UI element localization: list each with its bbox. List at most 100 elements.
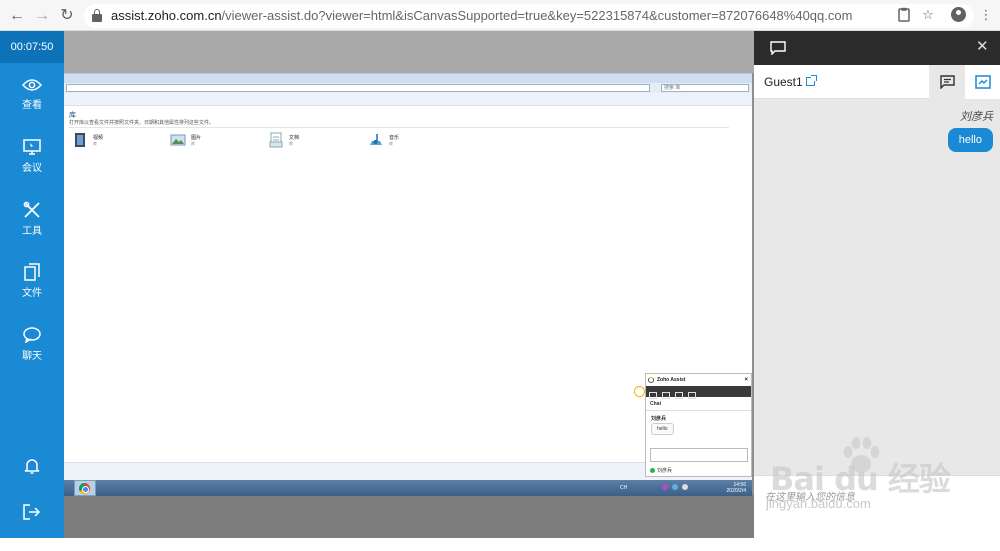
sidebar-item-label: 查看 bbox=[22, 100, 42, 111]
chat-icon[interactable] bbox=[662, 392, 670, 399]
widget-chat-input[interactable] bbox=[650, 448, 748, 462]
eye-icon bbox=[0, 75, 64, 99]
taskbar-chrome-button[interactable] bbox=[74, 480, 96, 496]
widget-toolbar bbox=[646, 386, 751, 399]
tray-date: 2020/2/4 bbox=[726, 488, 746, 494]
explorer-toolbar bbox=[64, 93, 752, 106]
remote-screen-top bbox=[64, 31, 754, 73]
widget-header: Zoho Assist × bbox=[646, 374, 751, 386]
url-text[interactable]: assist.zoho.com.cn/viewer-assist.do?view… bbox=[111, 8, 852, 23]
browser-toolbar: ← → ↻ assist.zoho.com.cn/viewer-assist.d… bbox=[0, 0, 1000, 31]
widget-sender-name: 刘彦兵 bbox=[651, 416, 667, 422]
bell-icon bbox=[0, 457, 64, 481]
sidebar-item-label: 文件 bbox=[22, 288, 42, 299]
zoho-assist-badge-icon[interactable] bbox=[634, 386, 645, 397]
sidebar-item-tools[interactable]: 工具 bbox=[0, 201, 64, 249]
library-item-music[interactable]: 音乐 库 bbox=[368, 132, 458, 152]
tools-icon[interactable] bbox=[675, 392, 683, 399]
library-item-type: 库 bbox=[389, 141, 393, 146]
remote-taskbar: 14:56 2020/2/4 CH bbox=[64, 480, 752, 496]
library-item-name: 视频 bbox=[93, 135, 104, 141]
message-bubble: hello bbox=[947, 128, 993, 152]
explorer-address-row: 搜索 库 bbox=[64, 83, 752, 93]
tray-app-icon[interactable] bbox=[682, 484, 688, 490]
divider bbox=[69, 127, 729, 128]
widget-section-label[interactable]: Chat bbox=[650, 401, 661, 407]
exit-icon bbox=[0, 503, 64, 527]
document-library-icon bbox=[269, 132, 283, 148]
library-item-videos[interactable]: 视频 库 bbox=[72, 132, 162, 152]
message-icon bbox=[940, 75, 955, 89]
screen-view-icon bbox=[975, 75, 991, 89]
monitor-icon bbox=[0, 138, 64, 162]
back-arrow-icon[interactable]: ← bbox=[8, 7, 26, 25]
sidebar-item-label: 聊天 bbox=[22, 351, 42, 362]
tray-app-icon[interactable] bbox=[672, 484, 678, 490]
message-sender: 刘彦兵 bbox=[960, 111, 993, 123]
library-item-type: 库 bbox=[289, 141, 293, 146]
tab-screen[interactable] bbox=[965, 65, 1000, 99]
lock-icon bbox=[92, 9, 102, 22]
forward-arrow-icon[interactable]: → bbox=[33, 7, 51, 25]
url-path: /viewer-assist.do?viewer=html&isCanvasSu… bbox=[221, 8, 853, 23]
reload-icon[interactable]: ↻ bbox=[58, 7, 76, 25]
tools-icon bbox=[0, 201, 64, 225]
chrome-icon bbox=[79, 483, 90, 494]
more-vert-icon[interactable]: ⋮ bbox=[978, 7, 994, 23]
chat-panel-header: ✕ bbox=[754, 31, 1000, 65]
external-link-icon[interactable] bbox=[806, 75, 817, 86]
notifications-button[interactable] bbox=[0, 457, 64, 505]
user-icon[interactable] bbox=[649, 392, 657, 399]
files-icon[interactable] bbox=[688, 392, 696, 399]
chat-input-placeholder: 在这里输入您的信息 bbox=[765, 492, 855, 503]
star-icon[interactable]: ☆ bbox=[920, 7, 936, 23]
music-library-icon bbox=[370, 134, 382, 145]
guest-bar: Guest1 bbox=[754, 65, 1000, 99]
library-item-type: 库 bbox=[191, 141, 195, 146]
explorer-search-field[interactable]: 搜索 库 bbox=[661, 84, 749, 92]
session-timer: 00:07:50 bbox=[0, 31, 64, 63]
video-library-icon bbox=[75, 133, 85, 147]
picture-library-icon bbox=[170, 134, 186, 146]
sidebar-item-label: 工具 bbox=[22, 226, 42, 237]
guest-name: Guest1 bbox=[764, 75, 803, 89]
sidebar-item-chat[interactable]: 聊天 bbox=[0, 326, 64, 374]
close-icon[interactable]: × bbox=[744, 374, 748, 386]
sidebar-item-label: 会议 bbox=[22, 163, 42, 174]
tray-language[interactable]: CH bbox=[620, 485, 627, 491]
widget-title: Zoho Assist bbox=[657, 377, 686, 383]
library-item-type: 库 bbox=[93, 141, 97, 146]
library-item-name: 音乐 bbox=[389, 135, 400, 141]
system-tray-clock[interactable]: 14:56 2020/2/4 bbox=[727, 482, 746, 494]
sidebar-item-files[interactable]: 文件 bbox=[0, 263, 64, 311]
chat-panel: ✕ Guest1 刘彦兵 hello 在这里输入您的信息 bbox=[754, 31, 1000, 538]
url-host: assist.zoho.com.cn bbox=[111, 8, 222, 23]
chat-input[interactable]: 在这里输入您的信息 bbox=[754, 475, 1000, 538]
sidebar-item-meeting[interactable]: 会议 bbox=[0, 138, 64, 186]
library-item-name: 图片 bbox=[191, 135, 202, 141]
sidebar-item-view[interactable]: 查看 bbox=[0, 75, 64, 123]
zoho-logo-icon bbox=[648, 377, 654, 383]
exit-button[interactable] bbox=[0, 503, 64, 551]
divider bbox=[646, 410, 751, 411]
chat-bubble-icon bbox=[0, 326, 64, 350]
library-item-documents[interactable]: 文档 库 bbox=[268, 132, 358, 152]
widget-message: hello bbox=[651, 423, 674, 435]
remote-zoho-assist-widget[interactable]: Zoho Assist × Chat 刘彦兵 hello 刘彦兵 bbox=[645, 373, 752, 477]
clipboard-icon[interactable] bbox=[896, 7, 912, 23]
files-icon bbox=[0, 263, 64, 287]
widget-footer-user: 刘彦兵 bbox=[650, 467, 672, 474]
close-icon[interactable]: ✕ bbox=[976, 39, 989, 55]
tab-chat[interactable] bbox=[929, 65, 965, 99]
library-description: 打开库以查看文件并按照文件夹、日期和其他属性排列这些文件。 bbox=[69, 120, 215, 126]
tray-app-icon[interactable] bbox=[662, 484, 668, 490]
address-bar[interactable]: assist.zoho.com.cn/viewer-assist.do?view… bbox=[84, 4, 993, 28]
remote-screen-bottom bbox=[64, 495, 754, 538]
explorer-address-field[interactable] bbox=[66, 84, 650, 92]
library-item-name: 文档 bbox=[289, 135, 300, 141]
chat-icon[interactable] bbox=[770, 41, 786, 55]
window-titlebar: –□× bbox=[64, 74, 752, 90]
account-icon[interactable] bbox=[950, 7, 966, 23]
library-item-pictures[interactable]: 图片 库 bbox=[170, 132, 260, 152]
sidebar: 00:07:50 查看 会议 工具 文件 聊天 bbox=[0, 31, 64, 538]
